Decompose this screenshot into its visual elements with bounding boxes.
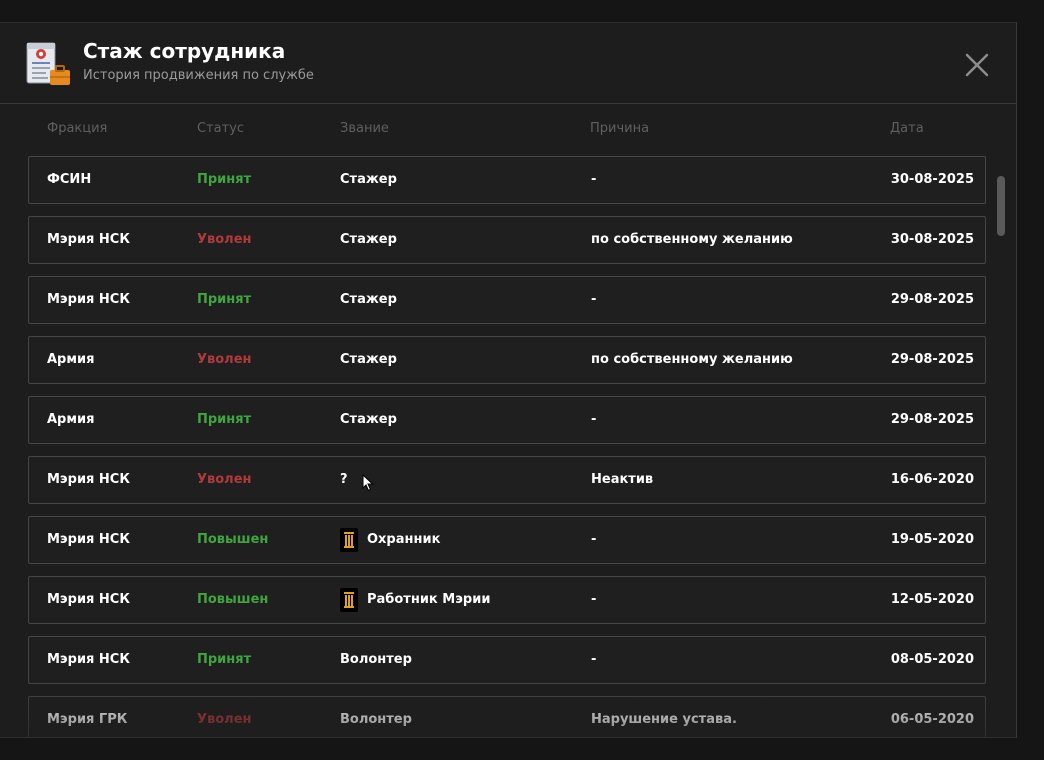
window-subtitle: История продвижения по службе [83, 68, 314, 83]
column-header-reason: Причина [590, 121, 650, 136]
row-status: Уволен [197, 712, 252, 727]
row-faction: Армия [47, 412, 95, 427]
document-briefcase-icon [26, 42, 70, 85]
row-rank-label: Работник Мэрии [367, 592, 491, 607]
row-rank-label: Стажер [340, 172, 397, 187]
window-title: Стаж сотрудника [83, 39, 286, 63]
window-header: Стаж сотрудника История продвижения по с… [0, 23, 1016, 104]
table-row[interactable]: Мэрия НСК Повышен Работник Мэрии - 12-05-202… [28, 576, 986, 624]
row-reason: - [591, 172, 597, 187]
employee-seniority-window: Стаж сотрудника История продвижения по с… [0, 22, 1017, 738]
table-row[interactable]: ФСИН Принят Стажер - 30-08-2025 [28, 156, 986, 204]
row-date: 08-05-2020 [890, 652, 974, 667]
row-faction: Мэрия НСК [47, 532, 130, 547]
row-faction: ФСИН [47, 172, 92, 187]
row-reason: - [591, 532, 597, 547]
row-faction: Мэрия НСК [47, 292, 130, 307]
row-rank: Охранник [340, 517, 440, 563]
row-reason: - [591, 652, 597, 667]
history-list[interactable]: ФСИН Принят Стажер - 30-08-2025 Мэрия НСК Увол… [28, 156, 986, 737]
row-rank-label: Стажер [340, 292, 397, 307]
column-header-rank: Звание [340, 121, 389, 136]
row-faction: Мэрия НСК [47, 592, 130, 607]
row-status: Уволен [197, 472, 252, 487]
table-row[interactable]: Армия Уволен Стажер по собственному желанию… [28, 336, 986, 384]
row-rank: Стажер [340, 277, 397, 323]
row-status: Принят [197, 172, 252, 187]
row-faction: Мэрия НСК [47, 232, 130, 247]
row-date: 29-08-2025 [890, 352, 974, 367]
row-rank-label: Охранник [367, 532, 441, 547]
table-row[interactable]: Мэрия НСК Уволен Стажер по собственному жел… [28, 216, 986, 264]
row-rank-label: ? [340, 472, 348, 487]
column-header-status: Статус [197, 121, 245, 136]
row-rank: Стажер [340, 217, 397, 263]
row-rank: Стажер [340, 397, 397, 443]
row-status: Принят [197, 292, 252, 307]
row-status: Принят [197, 412, 252, 427]
row-status: Принят [197, 652, 252, 667]
row-faction: Мэрия НСК [47, 472, 130, 487]
row-date: 29-08-2025 [890, 412, 974, 427]
table-row[interactable]: Мэрия ГРК Уволен Волонтер Нарушение устава.… [28, 696, 986, 737]
row-status: Повышен [197, 532, 269, 547]
row-status: Повышен [197, 592, 269, 607]
row-rank: Работник Мэрии [340, 577, 490, 623]
row-reason: по собственному желанию [591, 232, 793, 247]
row-reason: - [591, 412, 597, 427]
row-status: Уволен [197, 232, 252, 247]
row-date: 16-06-2020 [890, 472, 974, 487]
scrollbar[interactable] [997, 156, 1005, 736]
row-rank: Стажер [340, 337, 397, 383]
row-rank: Стажер [340, 157, 397, 203]
row-date: 30-08-2025 [890, 232, 974, 247]
row-reason: - [591, 592, 597, 607]
rank-insignia-icon [340, 588, 358, 612]
row-faction: Мэрия НСК [47, 652, 130, 667]
column-header-faction: Фракция [47, 121, 108, 136]
row-rank-label: Волонтер [340, 652, 412, 667]
table-row[interactable]: Мэрия НСК Принят Волонтер - 08-05-2020 [28, 636, 986, 684]
row-date: 19-05-2020 [890, 532, 974, 547]
rank-insignia-icon [340, 528, 358, 552]
table-row[interactable]: Мэрия НСК Принят Стажер - 29-08-2025 [28, 276, 986, 324]
row-date: 30-08-2025 [890, 172, 974, 187]
row-rank: Волонтер [340, 637, 412, 683]
column-header-date: Дата [890, 121, 924, 136]
row-rank-label: Стажер [340, 412, 397, 427]
row-reason: Нарушение устава. [591, 712, 737, 727]
row-reason: - [591, 292, 597, 307]
row-rank: Волонтер [340, 697, 412, 737]
row-reason: Неактив [591, 472, 654, 487]
table-row[interactable]: Мэрия НСК Повышен Охранник - 19-05-2020 [28, 516, 986, 564]
row-reason: по собственному желанию [591, 352, 793, 367]
row-date: 06-05-2020 [890, 712, 974, 727]
table-row[interactable]: Армия Принят Стажер - 29-08-2025 [28, 396, 986, 444]
mouse-cursor-icon [362, 474, 374, 492]
scrollbar-thumb[interactable] [997, 176, 1005, 236]
row-status: Уволен [197, 352, 252, 367]
table-row[interactable]: Мэрия НСК Уволен? Неактив 16-06-2020 [28, 456, 986, 504]
row-rank: ? [340, 457, 348, 503]
row-rank-label: Стажер [340, 232, 397, 247]
row-faction: Армия [47, 352, 95, 367]
row-rank-label: Стажер [340, 352, 397, 367]
row-date: 12-05-2020 [890, 592, 974, 607]
row-rank-label: Волонтер [340, 712, 412, 727]
row-date: 29-08-2025 [890, 292, 974, 307]
row-faction: Мэрия ГРК [47, 712, 128, 727]
close-icon[interactable] [962, 50, 992, 80]
